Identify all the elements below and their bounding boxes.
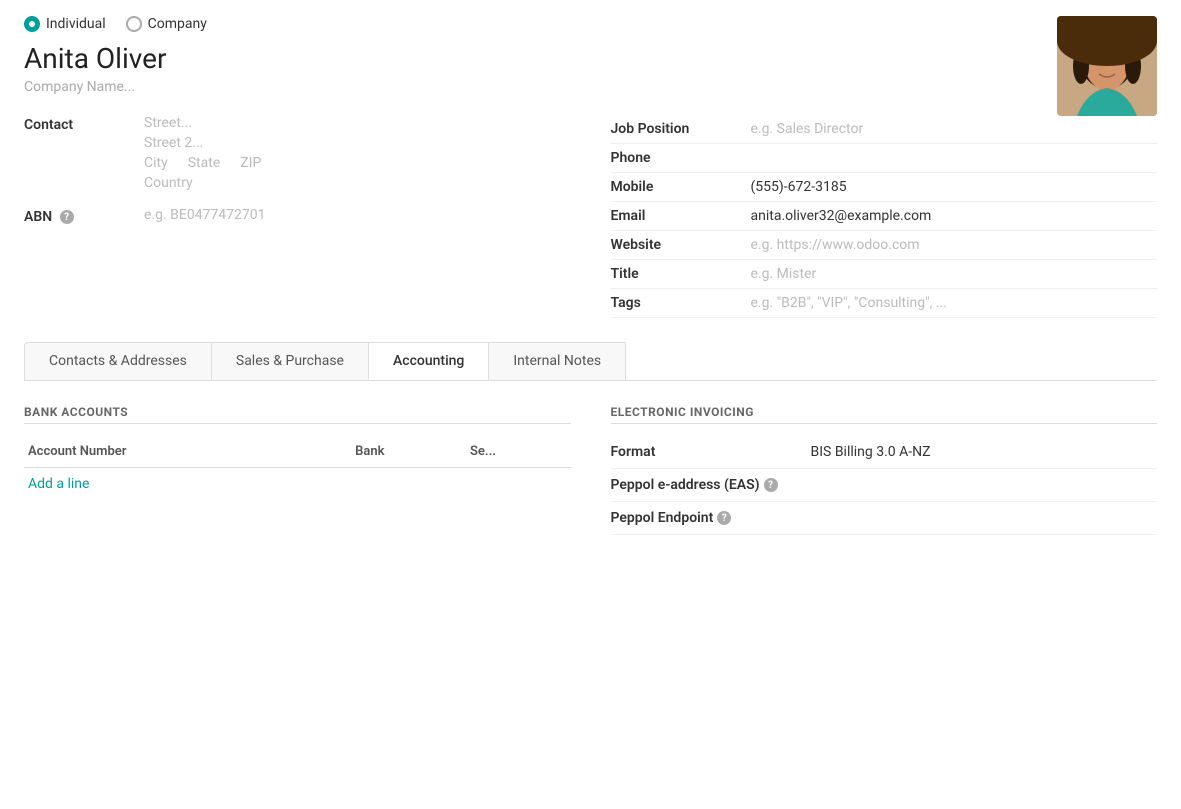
col-account-number: Account Number bbox=[24, 436, 351, 468]
tabs-container: Contacts & Addresses Sales & Purchase Ac… bbox=[24, 342, 1157, 381]
right-field-row-2: Mobile(555)-672-3185 bbox=[611, 173, 1158, 202]
street2-field[interactable]: Street 2... bbox=[144, 135, 261, 151]
tab-contacts[interactable]: Contacts & Addresses bbox=[24, 342, 212, 380]
tab-content-accounting: BANK ACCOUNTS Account Number Bank Se... … bbox=[24, 405, 1157, 535]
individual-label: Individual bbox=[46, 16, 106, 32]
country-field[interactable]: Country bbox=[144, 175, 261, 191]
einvoice-row-2: Peppol Endpoint? bbox=[611, 502, 1158, 535]
company-name-field[interactable]: Company Name... bbox=[24, 79, 1157, 95]
right-field-value-0[interactable]: e.g. Sales Director bbox=[751, 121, 864, 137]
right-field-row-1: Phone bbox=[611, 144, 1158, 173]
company-label: Company bbox=[148, 16, 207, 32]
right-field-value-6[interactable]: e.g. "B2B", "VIP", "Consulting", ... bbox=[751, 295, 947, 311]
right-field-row-3: Emailanita.oliver32@example.com bbox=[611, 202, 1158, 231]
col-bank: Bank bbox=[351, 436, 466, 468]
right-field-row-6: Tagse.g. "B2B", "VIP", "Consulting", ... bbox=[611, 289, 1158, 318]
add-line-button[interactable]: Add a line bbox=[24, 468, 571, 500]
bank-table-header-row: Account Number Bank Se... bbox=[24, 436, 571, 468]
einvoice-row-0: FormatBIS Billing 3.0 A-NZ bbox=[611, 436, 1158, 469]
page-container: Individual Company Anita Oliver Company … bbox=[0, 0, 1181, 551]
abn-help-icon[interactable]: ? bbox=[60, 210, 74, 224]
right-field-label-6: Tags bbox=[611, 295, 751, 311]
right-field-label-4: Website bbox=[611, 237, 751, 253]
street-field[interactable]: Street... bbox=[144, 115, 261, 131]
right-field-label-0: Job Position bbox=[611, 121, 751, 137]
electronic-invoicing-title: ELECTRONIC INVOICING bbox=[611, 405, 1158, 424]
zip-field[interactable]: ZIP bbox=[240, 155, 261, 171]
individual-radio-circle bbox=[24, 16, 40, 32]
einvoice-value-0[interactable]: BIS Billing 3.0 A-NZ bbox=[811, 444, 931, 460]
company-radio-circle bbox=[126, 16, 142, 32]
form-left: Contact Street... Street 2... City State… bbox=[24, 115, 571, 318]
address-block: Street... Street 2... City State ZIP Cou… bbox=[144, 115, 261, 191]
abn-input[interactable]: e.g. BE0477472701 bbox=[144, 207, 266, 223]
einvoice-label-1: Peppol e-address (EAS)? bbox=[611, 477, 811, 493]
right-field-value-3[interactable]: anita.oliver32@example.com bbox=[751, 208, 932, 224]
state-field[interactable]: State bbox=[188, 155, 221, 171]
avatar-image bbox=[1057, 16, 1157, 116]
company-radio[interactable]: Company bbox=[126, 16, 207, 32]
city-field[interactable]: City bbox=[144, 155, 168, 171]
form-right: Job Positione.g. Sales DirectorPhoneMobi… bbox=[611, 115, 1158, 318]
individual-radio[interactable]: Individual bbox=[24, 16, 106, 32]
right-field-value-4[interactable]: e.g. https://www.odoo.com bbox=[751, 237, 920, 253]
right-field-label-1: Phone bbox=[611, 150, 751, 166]
right-fields-container: Job Positione.g. Sales DirectorPhoneMobi… bbox=[611, 115, 1158, 318]
abn-field-row: ABN ? e.g. BE0477472701 bbox=[24, 207, 571, 225]
abn-label: ABN ? bbox=[24, 207, 144, 225]
contact-name[interactable]: Anita Oliver bbox=[24, 42, 1157, 75]
bank-accounts-title: BANK ACCOUNTS bbox=[24, 405, 571, 424]
main-form: Contact Street... Street 2... City State… bbox=[24, 115, 1157, 318]
einvoice-help-icon-2[interactable]: ? bbox=[717, 511, 731, 525]
einvoice-label-2: Peppol Endpoint? bbox=[611, 510, 811, 526]
einvoice-row-1: Peppol e-address (EAS)? bbox=[611, 469, 1158, 502]
right-field-value-5[interactable]: e.g. Mister bbox=[751, 266, 817, 282]
contact-field-row: Contact Street... Street 2... City State… bbox=[24, 115, 571, 191]
right-field-label-5: Title bbox=[611, 266, 751, 282]
tab-sales[interactable]: Sales & Purchase bbox=[211, 342, 369, 380]
bank-accounts-section: BANK ACCOUNTS Account Number Bank Se... … bbox=[24, 405, 571, 535]
einvoice-label-0: Format bbox=[611, 444, 811, 460]
einvoice-help-icon-1[interactable]: ? bbox=[764, 478, 778, 492]
col-se: Se... bbox=[466, 436, 571, 468]
tab-accounting[interactable]: Accounting bbox=[368, 342, 489, 380]
right-field-value-2[interactable]: (555)-672-3185 bbox=[751, 179, 847, 195]
right-field-label-2: Mobile bbox=[611, 179, 751, 195]
right-field-label-3: Email bbox=[611, 208, 751, 224]
bank-accounts-table: Account Number Bank Se... bbox=[24, 436, 571, 468]
electronic-invoicing-section: ELECTRONIC INVOICING FormatBIS Billing 3… bbox=[611, 405, 1158, 535]
contact-label: Contact bbox=[24, 115, 144, 133]
tab-notes[interactable]: Internal Notes bbox=[488, 342, 626, 380]
einvoice-fields: FormatBIS Billing 3.0 A-NZ Peppol e-addre… bbox=[611, 436, 1158, 535]
avatar[interactable] bbox=[1057, 16, 1157, 116]
right-field-row-5: Titlee.g. Mister bbox=[611, 260, 1158, 289]
contact-type-radio-group: Individual Company bbox=[24, 16, 1157, 32]
right-field-row-4: Websitee.g. https://www.odoo.com bbox=[611, 231, 1158, 260]
right-field-row-0: Job Positione.g. Sales Director bbox=[611, 115, 1158, 144]
city-state-zip-row: City State ZIP bbox=[144, 155, 261, 171]
